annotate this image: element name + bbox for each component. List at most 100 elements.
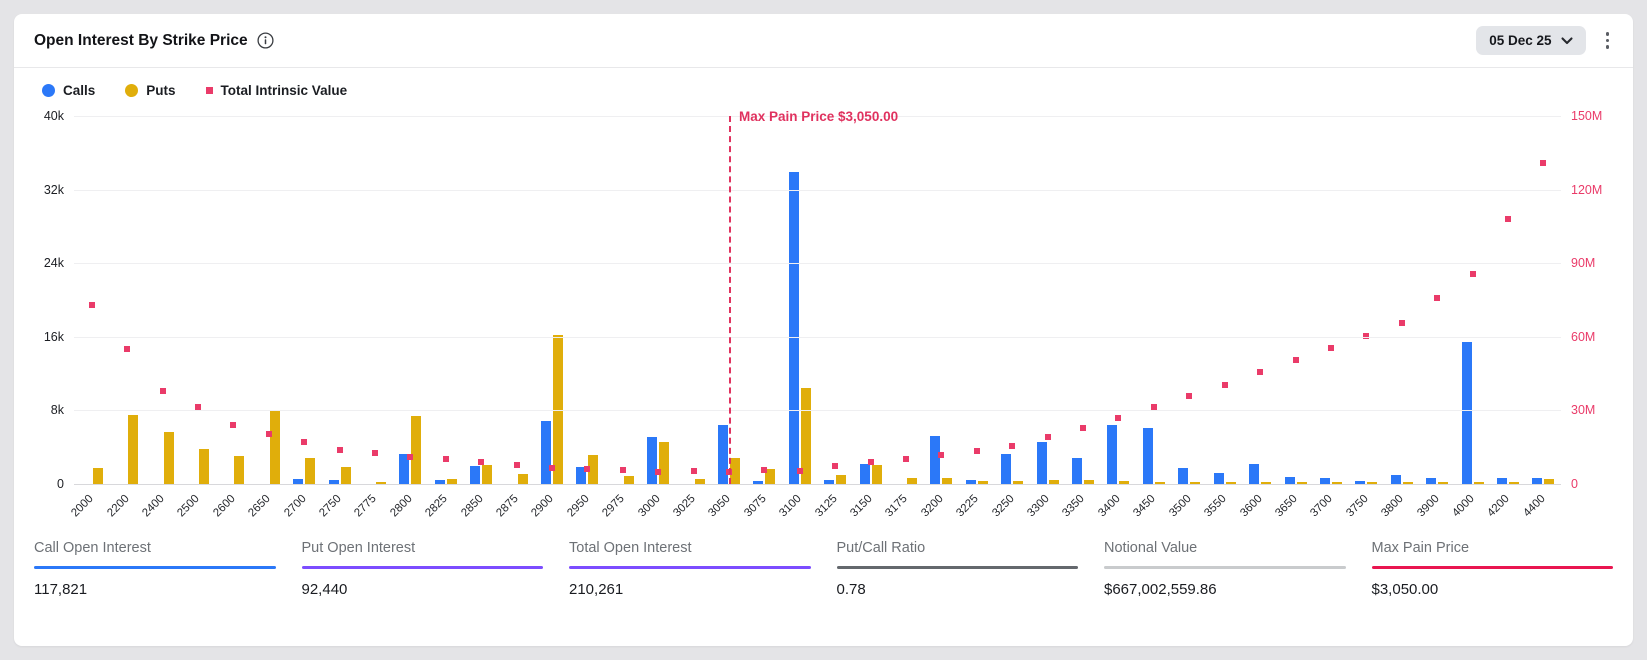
- x-tick-label: 4000: [1450, 493, 1477, 520]
- puts-swatch-icon: [125, 84, 138, 97]
- intrinsic-value-marker: [1257, 369, 1263, 375]
- bar-group-2950[interactable]: [570, 116, 605, 484]
- bar-group-2875[interactable]: [499, 116, 534, 484]
- intrinsic-value-marker: [655, 469, 661, 475]
- expiry-date-selector[interactable]: 05 Dec 25: [1476, 26, 1585, 55]
- x-tick-label: 3025: [671, 493, 698, 520]
- intrinsic-value-marker: [549, 465, 555, 471]
- bar-group-3650[interactable]: [1278, 116, 1313, 484]
- intrinsic-value-marker: [691, 468, 697, 474]
- bar-group-3600[interactable]: [1242, 116, 1277, 484]
- bar-group-2800[interactable]: [393, 116, 428, 484]
- right-axis-tick: 60M: [1571, 330, 1595, 344]
- bar-group-2500[interactable]: [180, 116, 215, 484]
- bar-group-3125[interactable]: [818, 116, 853, 484]
- bar-group-3350[interactable]: [1065, 116, 1100, 484]
- intrinsic-value-marker: [1045, 434, 1051, 440]
- x-tick-label: 2500: [176, 493, 203, 520]
- legend-item-intrinsic[interactable]: Total Intrinsic Value: [206, 83, 348, 98]
- bar-group-3025[interactable]: [676, 116, 711, 484]
- bar-group-3200[interactable]: [924, 116, 959, 484]
- put-bar: [234, 456, 244, 484]
- bar-group-3550[interactable]: [1207, 116, 1242, 484]
- bar-group-3100[interactable]: [782, 116, 817, 484]
- bar-group-2400[interactable]: [145, 116, 180, 484]
- bar-group-2650[interactable]: [251, 116, 286, 484]
- bar-group-3225[interactable]: [959, 116, 994, 484]
- call-bar: [541, 421, 551, 484]
- call-bar: [1072, 458, 1082, 484]
- put-bar: [199, 449, 209, 484]
- intrinsic-value-marker: [337, 447, 343, 453]
- right-axis-tick: 0: [1571, 477, 1578, 491]
- bar-group-4200[interactable]: [1490, 116, 1525, 484]
- intrinsic-value-marker: [1540, 160, 1546, 166]
- put-bar: [128, 415, 138, 484]
- put-bar: [164, 432, 174, 484]
- call-bar: [1214, 473, 1224, 484]
- call-bar: [718, 425, 728, 484]
- bar-group-3400[interactable]: [1101, 116, 1136, 484]
- intrinsic-value-marker: [938, 452, 944, 458]
- bar-group-2850[interactable]: [463, 116, 498, 484]
- stat-notional-value: Notional Value $667,002,559.86: [1104, 530, 1346, 598]
- bar-group-3900[interactable]: [1419, 116, 1454, 484]
- x-tick-label: 3650: [1273, 493, 1300, 520]
- bar-group-3300[interactable]: [1030, 116, 1065, 484]
- x-tick-label: 3100: [777, 493, 804, 520]
- intrinsic-value-marker: [1434, 295, 1440, 301]
- bar-group-2700[interactable]: [286, 116, 321, 484]
- bar-group-2975[interactable]: [605, 116, 640, 484]
- intrinsic-value-marker: [974, 448, 980, 454]
- bar-group-2200[interactable]: [109, 116, 144, 484]
- x-tick-label: 3450: [1132, 493, 1159, 520]
- max-pain-line: [729, 116, 731, 484]
- x-tick-label: 4400: [1521, 493, 1548, 520]
- bar-group-2600[interactable]: [216, 116, 251, 484]
- left-axis-tick: 32k: [44, 183, 64, 197]
- bar-group-2825[interactable]: [428, 116, 463, 484]
- x-tick-label: 4200: [1486, 493, 1513, 520]
- bar-group-3150[interactable]: [853, 116, 888, 484]
- left-axis-tick: 16k: [44, 330, 64, 344]
- intrinsic-value-marker: [1328, 345, 1334, 351]
- bar-group-3800[interactable]: [1384, 116, 1419, 484]
- x-tick-label: 3200: [919, 493, 946, 520]
- bar-group-2775[interactable]: [357, 116, 392, 484]
- x-tick-label: 3700: [1309, 493, 1336, 520]
- bar-group-2750[interactable]: [322, 116, 357, 484]
- bar-group-2900[interactable]: [534, 116, 569, 484]
- x-tick-label: 3350: [1061, 493, 1088, 520]
- right-axis-tick: 90M: [1571, 256, 1595, 270]
- intrinsic-value-marker: [124, 346, 130, 352]
- bar-group-3075[interactable]: [747, 116, 782, 484]
- x-tick-label: 3400: [1096, 493, 1123, 520]
- stat-max-pain-price: Max Pain Price $3,050.00: [1372, 530, 1614, 598]
- legend-item-puts[interactable]: Puts: [125, 83, 175, 98]
- bar-group-3175[interactable]: [888, 116, 923, 484]
- bar-group-4000[interactable]: [1455, 116, 1490, 484]
- x-tick-label: 3800: [1379, 493, 1406, 520]
- bar-group-3000[interactable]: [641, 116, 676, 484]
- bar-group-3750[interactable]: [1349, 116, 1384, 484]
- bar-group-4400[interactable]: [1526, 116, 1561, 484]
- x-tick-label: 3150: [848, 493, 875, 520]
- summary-stats-row: Call Open Interest 117,821 Put Open Inte…: [34, 530, 1613, 646]
- intrinsic-value-marker: [1222, 382, 1228, 388]
- legend-item-calls[interactable]: Calls: [42, 83, 95, 98]
- intrinsic-value-marker: [1151, 404, 1157, 410]
- left-axis-tick: 8k: [51, 403, 64, 417]
- bar-group-2000[interactable]: [74, 116, 109, 484]
- bar-group-3450[interactable]: [1136, 116, 1171, 484]
- x-tick-label: 3500: [1167, 493, 1194, 520]
- x-tick-label: 2750: [317, 493, 344, 520]
- stat-total-open-interest: Total Open Interest 210,261: [569, 530, 811, 598]
- info-icon[interactable]: [257, 32, 274, 49]
- kebab-menu-icon[interactable]: [1600, 28, 1616, 53]
- bar-group-3500[interactable]: [1172, 116, 1207, 484]
- bar-group-3700[interactable]: [1313, 116, 1348, 484]
- bar-group-3250[interactable]: [995, 116, 1030, 484]
- intrinsic-value-marker: [1293, 357, 1299, 363]
- intrinsic-value-marker: [1115, 415, 1121, 421]
- intrinsic-value-marker: [195, 404, 201, 410]
